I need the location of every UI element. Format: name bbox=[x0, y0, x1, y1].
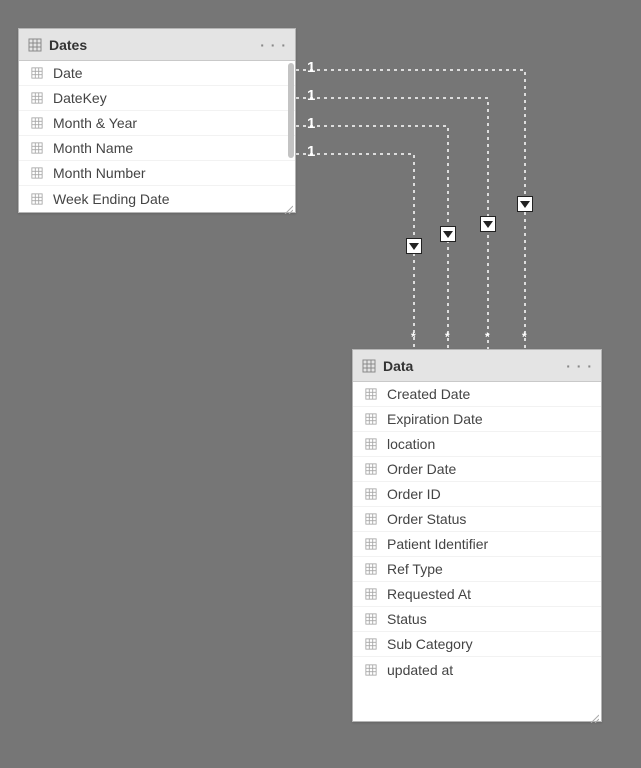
resize-grip-icon[interactable] bbox=[589, 710, 599, 720]
table-icon bbox=[363, 664, 379, 676]
cardinality-one-1: 1 bbox=[307, 59, 315, 76]
field-row[interactable]: Sub Category bbox=[353, 632, 601, 657]
field-label: Patient Identifier bbox=[387, 536, 488, 552]
field-label: Status bbox=[387, 611, 427, 627]
filter-direction-arrow-2[interactable] bbox=[480, 216, 496, 232]
table-icon bbox=[363, 388, 379, 400]
field-label: Date bbox=[53, 65, 83, 81]
cardinality-many-2: * bbox=[485, 330, 490, 344]
table-icon bbox=[363, 438, 379, 450]
field-label: updated at bbox=[387, 662, 453, 678]
table-icon bbox=[363, 588, 379, 600]
table-icon bbox=[363, 463, 379, 475]
table-dates[interactable]: Dates · · · Date DateKey Month & Year Mo… bbox=[18, 28, 296, 213]
cardinality-many-3: * bbox=[445, 330, 450, 344]
table-data-title: Data bbox=[383, 358, 560, 374]
field-row[interactable]: Ref Type bbox=[353, 557, 601, 582]
field-label: Month Name bbox=[53, 140, 133, 156]
table-icon bbox=[363, 613, 379, 625]
scrollbar-thumb[interactable] bbox=[288, 63, 294, 158]
table-icon bbox=[363, 413, 379, 425]
table-data-header[interactable]: Data · · · bbox=[353, 350, 601, 382]
field-label: DateKey bbox=[53, 90, 107, 106]
table-icon bbox=[29, 67, 45, 79]
table-icon bbox=[29, 117, 45, 129]
model-canvas[interactable]: 1 1 1 1 * * * * Dates · · · Date DateKey bbox=[0, 0, 641, 768]
table-icon bbox=[29, 167, 45, 179]
field-label: Order Status bbox=[387, 511, 466, 527]
table-icon bbox=[361, 359, 377, 373]
field-label: Requested At bbox=[387, 586, 471, 602]
table-icon bbox=[363, 563, 379, 575]
field-label: Created Date bbox=[387, 386, 470, 402]
field-row[interactable]: Order Date bbox=[353, 457, 601, 482]
field-row[interactable]: Order Status bbox=[353, 507, 601, 532]
table-icon bbox=[27, 38, 43, 52]
table-data-menu-button[interactable]: · · · bbox=[566, 358, 593, 374]
cardinality-many-1: * bbox=[522, 330, 527, 344]
field-row[interactable]: Expiration Date bbox=[353, 407, 601, 432]
field-label: location bbox=[387, 436, 435, 452]
field-row[interactable]: DateKey bbox=[19, 86, 295, 111]
field-row[interactable]: Order ID bbox=[353, 482, 601, 507]
table-icon bbox=[363, 638, 379, 650]
table-dates-title: Dates bbox=[49, 37, 254, 53]
table-data-field-list[interactable]: Created Date Expiration Date location Or… bbox=[353, 382, 601, 682]
field-row[interactable]: Created Date bbox=[353, 382, 601, 407]
table-dates-field-list[interactable]: Date DateKey Month & Year Month Name Mon… bbox=[19, 61, 295, 212]
field-row[interactable]: Requested At bbox=[353, 582, 601, 607]
field-row[interactable]: Week Ending Date bbox=[19, 186, 295, 211]
table-dates-header[interactable]: Dates · · · bbox=[19, 29, 295, 61]
field-row[interactable]: Month Name bbox=[19, 136, 295, 161]
filter-direction-arrow-3[interactable] bbox=[440, 226, 456, 242]
cardinality-one-2: 1 bbox=[307, 87, 315, 104]
table-icon bbox=[29, 142, 45, 154]
cardinality-many-4: * bbox=[411, 330, 416, 344]
resize-grip-icon[interactable] bbox=[283, 201, 293, 211]
field-row[interactable]: updated at bbox=[353, 657, 601, 682]
filter-direction-arrow-1[interactable] bbox=[517, 196, 533, 212]
cardinality-one-4: 1 bbox=[307, 143, 315, 160]
table-icon bbox=[29, 92, 45, 104]
table-icon bbox=[29, 193, 45, 205]
field-row[interactable]: Status bbox=[353, 607, 601, 632]
field-row[interactable]: Month Number bbox=[19, 161, 295, 186]
field-row[interactable]: Month & Year bbox=[19, 111, 295, 136]
field-label: Month & Year bbox=[53, 115, 137, 131]
table-dates-menu-button[interactable]: · · · bbox=[260, 37, 287, 53]
field-label: Week Ending Date bbox=[53, 191, 169, 207]
field-label: Expiration Date bbox=[387, 411, 483, 427]
field-label: Month Number bbox=[53, 165, 146, 181]
cardinality-one-3: 1 bbox=[307, 115, 315, 132]
field-row[interactable]: Date bbox=[19, 61, 295, 86]
field-row[interactable]: Patient Identifier bbox=[353, 532, 601, 557]
table-data[interactable]: Data · · · Created Date Expiration Date … bbox=[352, 349, 602, 722]
table-icon bbox=[363, 488, 379, 500]
field-label: Sub Category bbox=[387, 636, 473, 652]
field-label: Order Date bbox=[387, 461, 456, 477]
field-label: Order ID bbox=[387, 486, 441, 502]
table-icon bbox=[363, 513, 379, 525]
table-icon bbox=[363, 538, 379, 550]
field-label: Ref Type bbox=[387, 561, 443, 577]
filter-direction-arrow-4[interactable] bbox=[406, 238, 422, 254]
field-row[interactable]: location bbox=[353, 432, 601, 457]
